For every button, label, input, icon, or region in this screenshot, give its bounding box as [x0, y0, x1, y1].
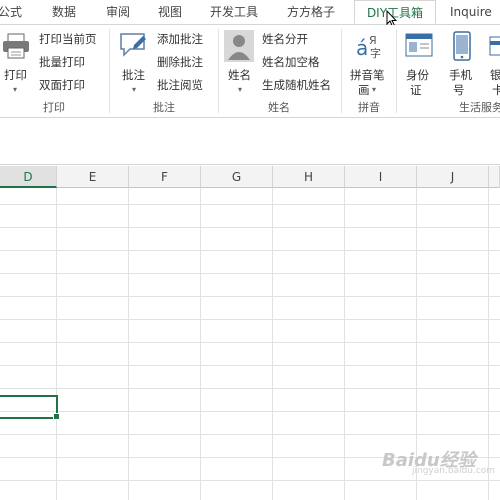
fill-handle[interactable] [53, 413, 60, 420]
comment-big-button[interactable]: 批注 ▾ [114, 29, 150, 95]
comment-group-label: 批注 [153, 101, 175, 114]
pinyin-group: á Я 字 拼音笔 画 ▾ 拼音 [342, 25, 396, 117]
ribbon: 打印 ▾ 打印当前页 批量打印 双面打印 打印 批注 ▾ 添加批注 删除批注 批… [0, 25, 500, 118]
grid-line [0, 227, 500, 228]
svg-text:á: á [356, 36, 368, 60]
grid-line [344, 188, 345, 500]
bank-card-icon [489, 36, 500, 56]
tab-view[interactable]: 视图 [158, 0, 182, 24]
pinyin-stroke-button[interactable]: á Я 字 拼音笔 画 ▾ [346, 29, 394, 97]
active-cell[interactable] [0, 395, 58, 419]
comment-group: 批注 ▾ 添加批注 删除批注 批注阅览 批注 [110, 25, 218, 117]
name-label: 姓名 [228, 68, 251, 82]
pinyin-group-label: 拼音 [358, 101, 380, 114]
grid-line [0, 273, 500, 274]
bank-card-label-line2: 卡 [492, 83, 500, 97]
column-header-k[interactable] [489, 166, 500, 188]
column-header-f[interactable]: F [129, 166, 201, 188]
chevron-down-icon: ▾ [13, 85, 18, 94]
svg-text:字: 字 [370, 46, 381, 60]
comment-label: 批注 [122, 68, 145, 82]
grid-line [56, 188, 57, 500]
pinyin-icon: á Я 字 [356, 34, 381, 60]
ribbon-tab-bar: 公式 数据 审阅 视图 开发工具 方方格子 DIY工具箱 Inquire [0, 0, 500, 28]
grid-line [272, 188, 273, 500]
random-name-button[interactable]: 生成随机姓名 [262, 76, 331, 94]
grid-line [0, 296, 500, 297]
tab-formulas[interactable]: 公式 [0, 0, 22, 24]
grid-line [0, 365, 500, 366]
grid-line [0, 204, 500, 205]
review-comment-button[interactable]: 批注阅览 [157, 76, 203, 94]
name-group-label: 姓名 [268, 101, 290, 114]
formula-bar-area [0, 118, 500, 165]
tab-review[interactable]: 审阅 [106, 0, 130, 24]
phone-button[interactable]: 手机 号 [447, 29, 483, 97]
pinyin-label-line2: 画 [358, 83, 370, 97]
life-service-group-label: 生活服务 [459, 101, 500, 114]
pinyin-label-line1: 拼音笔 [350, 68, 385, 82]
print-group: 打印 ▾ 打印当前页 批量打印 双面打印 打印 [0, 25, 110, 117]
grid-line [0, 388, 500, 389]
print-current-page-button[interactable]: 打印当前页 [39, 30, 97, 48]
add-space-name-button[interactable]: 姓名加空格 [262, 53, 320, 71]
tab-data[interactable]: 数据 [52, 0, 76, 24]
column-header-j[interactable]: J [417, 166, 489, 188]
life-service-group: 身份 证 手机 号 银 卡 生活服务 [397, 25, 500, 117]
id-card-button[interactable]: 身份 证 [403, 29, 439, 97]
id-card-label-line2: 证 [410, 83, 422, 97]
name-big-button[interactable]: 姓名 ▾ [222, 29, 258, 95]
column-header-h[interactable]: H [273, 166, 345, 188]
chevron-down-icon: ▾ [238, 85, 243, 94]
print-group-label: 打印 [43, 101, 65, 114]
add-comment-button[interactable]: 添加批注 [157, 30, 203, 48]
grid-line [0, 434, 500, 435]
tab-developer[interactable]: 开发工具 [210, 0, 258, 24]
grid-line [0, 480, 500, 481]
tab-inquire[interactable]: Inquire [450, 0, 492, 24]
grid-line [200, 188, 201, 500]
grid-line [0, 342, 500, 343]
column-header-i[interactable]: I [345, 166, 417, 188]
bank-card-label-line1: 银 [490, 68, 500, 82]
chevron-down-icon: ▾ [372, 85, 377, 94]
column-header-e[interactable]: E [57, 166, 129, 188]
tab-fangfang[interactable]: 方方格子 [287, 0, 335, 24]
batch-print-button[interactable]: 批量打印 [39, 53, 85, 71]
split-name-button[interactable]: 姓名分开 [262, 30, 308, 48]
printer-icon [3, 33, 29, 59]
duplex-print-button[interactable]: 双面打印 [39, 76, 85, 94]
name-group: 姓名 ▾ 姓名分开 姓名加空格 生成随机姓名 姓名 [219, 25, 341, 117]
phone-label-line1: 手机 [449, 68, 472, 82]
delete-comment-button[interactable]: 删除批注 [157, 53, 203, 71]
comment-icon [120, 33, 146, 57]
person-icon [224, 30, 254, 62]
grid-line [0, 250, 500, 251]
phone-label-line2: 号 [453, 83, 465, 97]
grid-line [0, 411, 500, 412]
column-header-d[interactable]: D [0, 166, 57, 188]
id-card-icon [405, 33, 433, 57]
phone-icon [453, 31, 471, 61]
chevron-down-icon: ▾ [132, 85, 137, 94]
bank-card-button[interactable]: 银 卡 [489, 29, 500, 97]
grid-line [0, 319, 500, 320]
id-card-label-line1: 身份 [406, 68, 429, 82]
grid-line [488, 188, 489, 500]
column-header-g[interactable]: G [201, 166, 273, 188]
print-big-button[interactable]: 打印 ▾ [0, 29, 34, 95]
watermark-url: jingyan.baidu.com [412, 466, 496, 476]
grid-line [128, 188, 129, 500]
svg-text:Я: Я [369, 34, 377, 47]
print-label: 打印 [4, 68, 27, 82]
